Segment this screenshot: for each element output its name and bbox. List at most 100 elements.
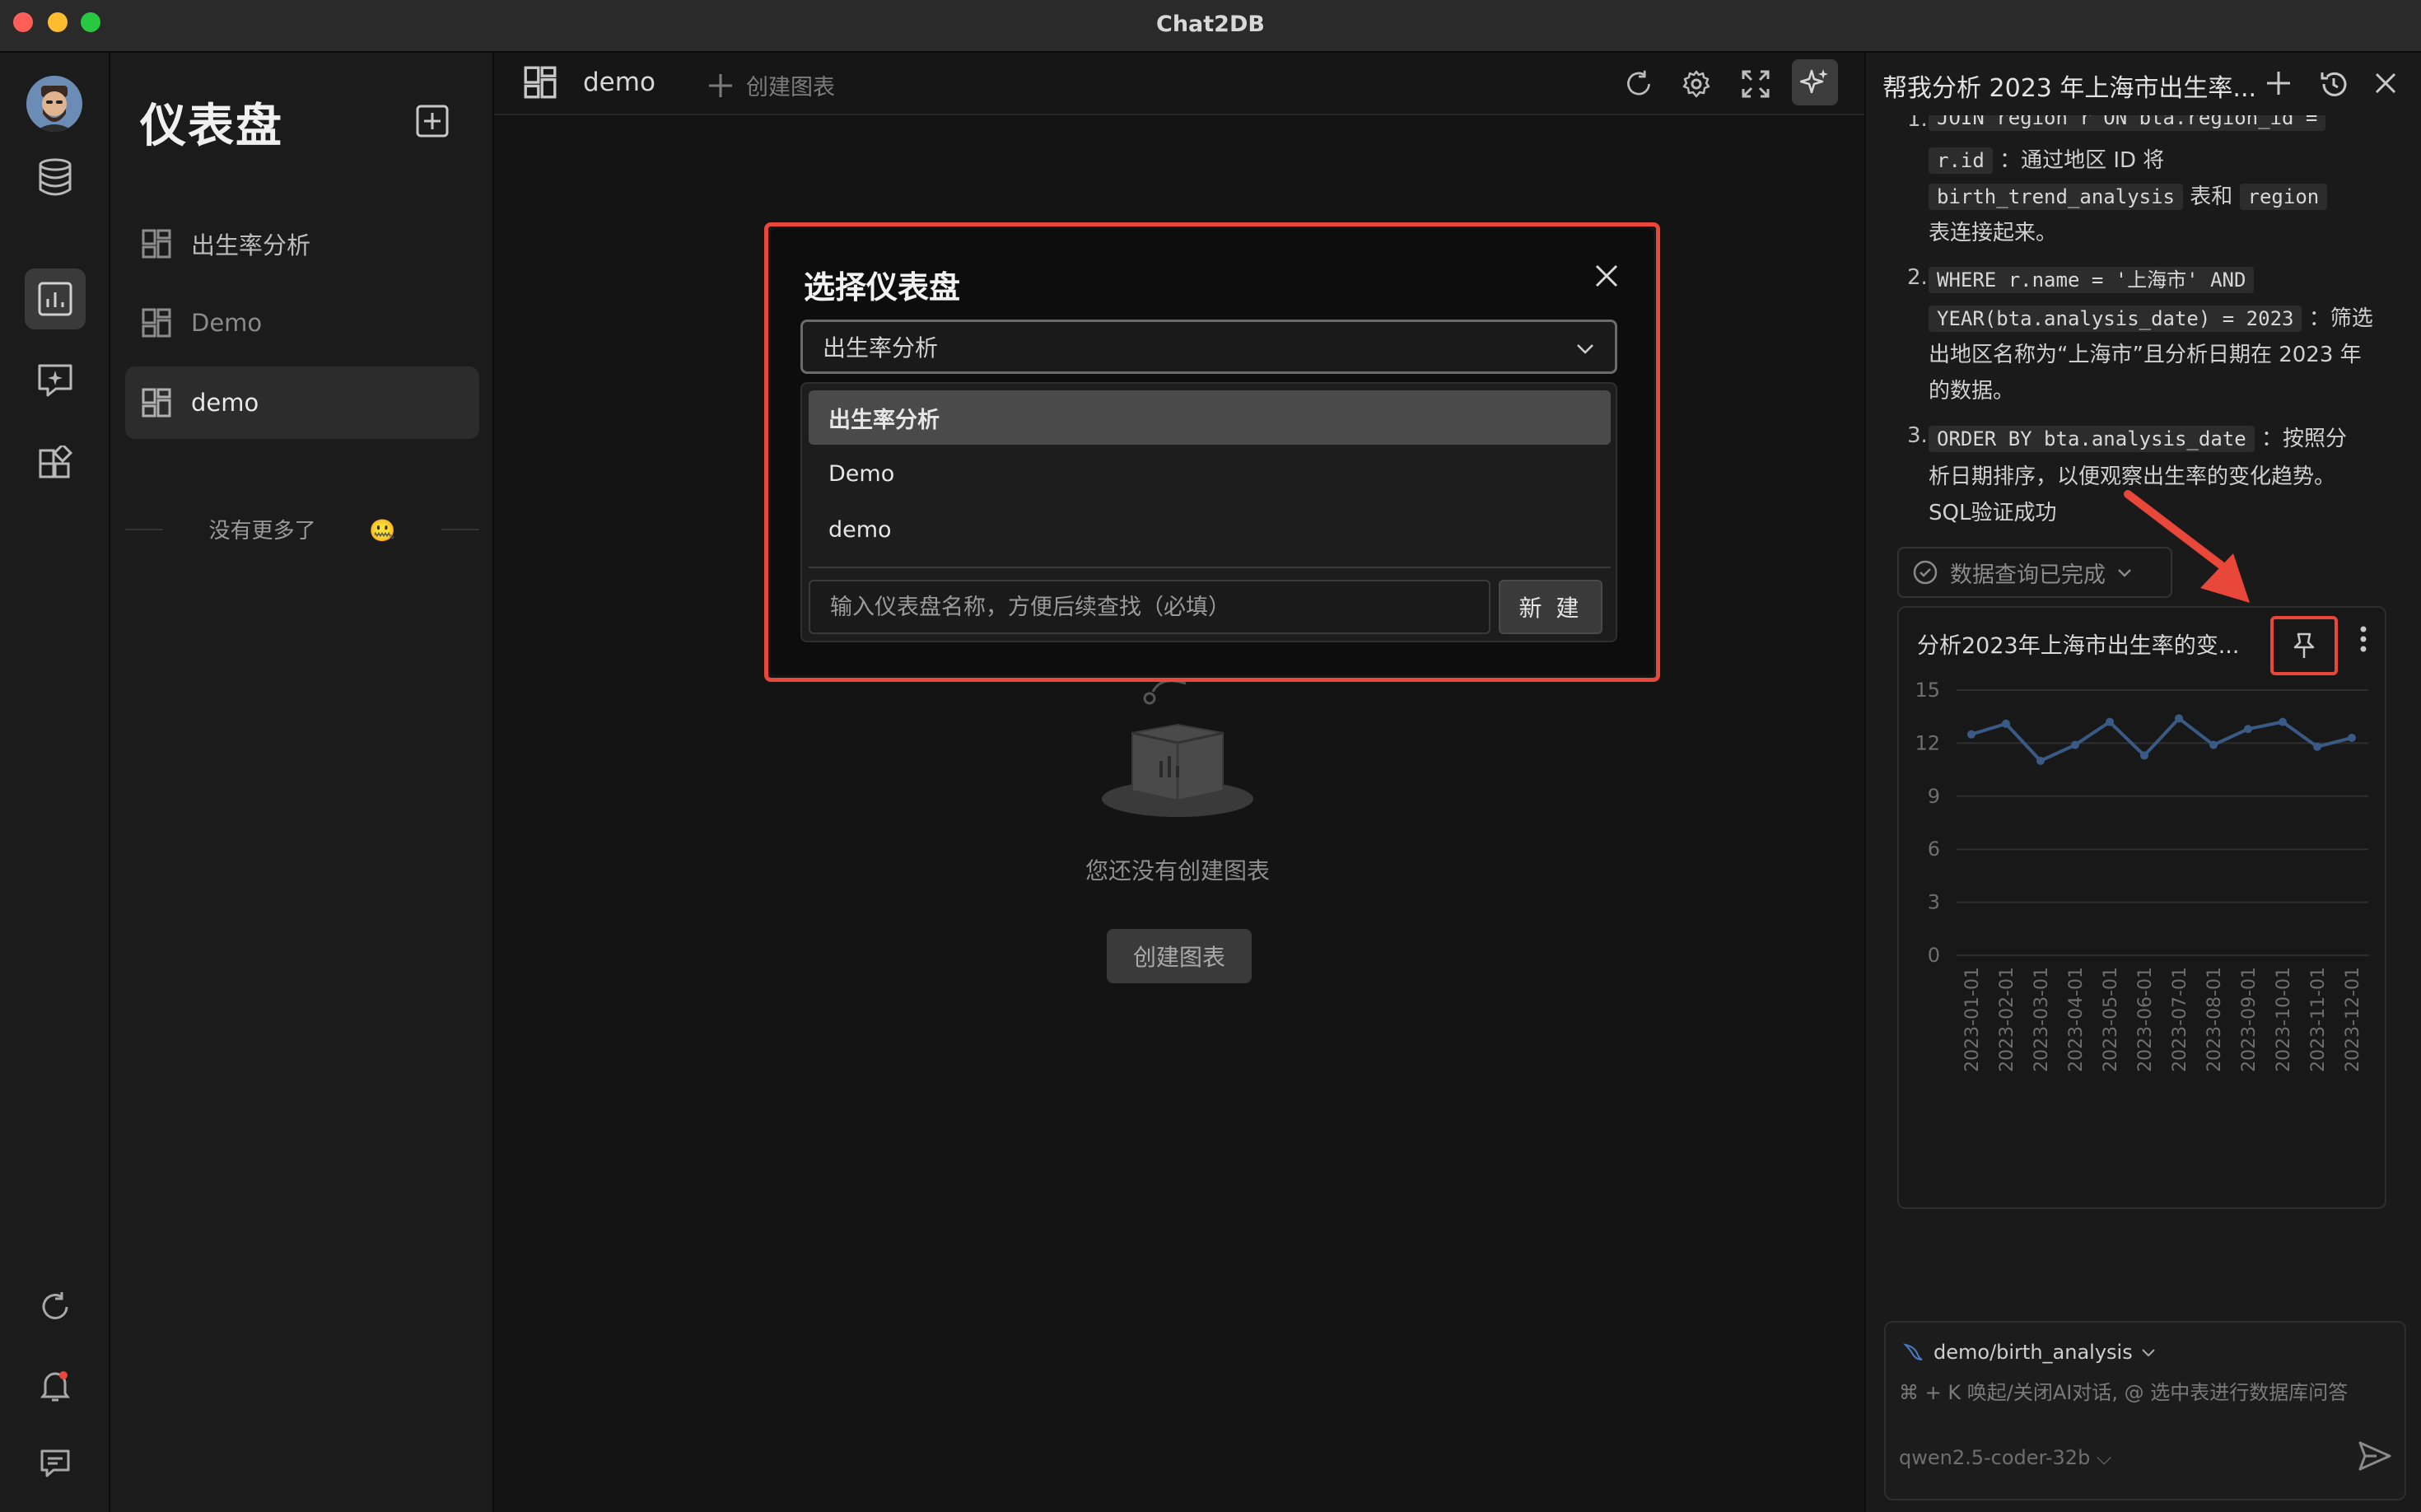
step-1-line-4: 表连接起来。 [1929,216,2057,246]
step-text: SQL验证成功 [1929,501,2057,525]
dashboard-item-label: Demo [191,309,263,337]
dropdown-option-demo[interactable]: demo [809,502,1611,557]
send-button[interactable] [2357,1440,2393,1476]
code-snippet: region [2239,184,2328,210]
step-1-line-2: r.id ：通过地区 ID 将 [1929,143,2164,174]
ai-input-box: demo/birth_analysis qwen2.5-coder-32b ⌵ [1884,1321,2406,1500]
step-1-line-3: birth_trend_analysis 表和 region [1929,180,2328,210]
data-point [2071,740,2079,749]
chevron-down-icon [1577,344,1593,354]
step-2-line-1: WHERE r.name = '上海市' AND [1929,264,2255,293]
pin-icon [2293,632,2315,658]
create-chart-button[interactable]: 创建图表 [1107,929,1252,983]
y-tick-label: 6 [1928,838,1940,861]
dashboard-select[interactable]: 出生率分析 [800,320,1617,374]
new-conversation-button[interactable] [2265,69,2293,100]
history-icon [2321,72,2347,96]
modal-close-button[interactable] [1593,262,1621,293]
dropdown-option-出生率分析[interactable]: 出生率分析 [809,390,1611,445]
step-2-line-2: YEAR(bta.analysis_date) = 2023 ：筛选 [1929,301,2373,332]
window-titlebar: Chat2DB [0,0,2421,53]
step-text: 的数据。 [1929,379,2015,404]
rail-database[interactable] [25,147,86,208]
ai-panel: 帮我分析 2023 年上海市出生率... 1. JOIN region r ON… [1864,53,2421,1512]
dashboard-select-value: 出生率分析 [823,334,939,362]
x-tick-label: 2023-08-01 [2204,967,2225,1072]
dropdown-option-Demo[interactable]: Demo [809,446,1611,501]
y-tick-label: 3 [1928,891,1940,914]
dashboard-item-出生率分析[interactable]: 出生率分析 [125,208,479,280]
step-text: 出地区名称为“上海市”且分析日期在 2023 年 [1929,343,2362,367]
pin-to-dashboard-button[interactable] [2270,616,2338,675]
dashboard-item-Demo[interactable]: Demo [125,287,479,359]
history-button[interactable] [2319,69,2349,102]
dashboard-dropdown: 出生率分析 Demo demo 新 建 [800,382,1617,642]
chevron-down-icon: ⌵ [2096,1446,2112,1469]
red-arrow-annotation [2124,490,2250,603]
rail-notifications[interactable] [25,1356,86,1416]
step-number: 3. [1907,423,1928,448]
dashboard-item-demo[interactable]: demo [125,366,479,439]
line-chart: 0 3 6 9 12 15 2023-01-01 2023-02-01 2023-03-01 20… [1915,682,2368,1072]
step-number: 2. [1907,265,1928,290]
add-chart-button[interactable]: 创建图表 [707,69,835,101]
ai-toggle-button[interactable] [1792,59,1838,105]
add-dashboard-button[interactable] [415,104,450,142]
data-point [2209,740,2218,749]
data-point [2313,742,2321,751]
step-text: ：筛选 [2308,306,2373,331]
x-tick-label: 2023-02-01 [1997,967,2018,1072]
dashboard-grid-icon [524,66,557,99]
empty-state-text: 您还没有创建图表 [1085,857,1270,884]
ai-prompt-input[interactable] [1899,1372,2393,1413]
dashboard-grid-icon [142,308,171,338]
y-tick-label: 0 [1928,944,1940,967]
new-dashboard-button[interactable]: 新 建 [1499,580,1602,634]
step-2-line-3: 出地区名称为“上海市”且分析日期在 2023 年 [1929,338,2362,368]
close-icon [2375,72,2396,94]
model-selector[interactable]: qwen2.5-coder-32b ⌵ [1899,1446,2111,1469]
data-point [2175,714,2183,723]
chart-card: 分析2023年上海市出生率的变... 0 3 6 9 12 15 2023-01-01 202… [1897,606,2386,1209]
rail-feedback[interactable] [25,1433,86,1494]
y-tick-label: 9 [1928,785,1940,808]
data-point [2002,719,2010,728]
close-ai-panel-button[interactable] [2373,71,2398,99]
left-rail [0,53,110,1512]
avatar[interactable] [26,76,82,132]
rail-ai-chat[interactable] [25,349,86,410]
dashboard-grid-icon [142,388,171,418]
rail-dashboard[interactable] [25,268,86,329]
dashboard-tab-label: demo [583,68,655,97]
rail-refresh[interactable] [25,1276,86,1337]
y-tick-label: 12 [1915,731,1940,754]
settings-button[interactable] [1682,69,1711,102]
gear-icon [1682,70,1710,98]
step-2-line-4: 的数据。 [1929,374,2014,404]
dashboard-grid-icon [142,229,171,259]
rail-apps[interactable] [25,433,86,494]
refresh-button[interactable] [1624,69,1654,102]
dashboard-list-title: 仪表盘 [140,100,283,153]
step-text: 表和 [2190,184,2233,209]
x-tick-label: 2023-12-01 [2343,967,2363,1072]
new-dashboard-name-input[interactable] [809,580,1490,634]
dashboard-toolbar: demo 创建图表 [494,53,1864,115]
data-point [2106,717,2114,726]
fullscreen-button[interactable] [1741,69,1770,102]
dashboard-tab[interactable]: demo [524,66,655,99]
dashboard-icon [38,282,72,316]
chart-more-button[interactable] [2357,623,2370,659]
database-selector[interactable]: demo/birth_analysis [1902,1341,2157,1364]
data-point [2244,725,2252,734]
step-3-line-1: ORDER BY bta.analysis_date ：按照分 [1929,422,2347,452]
x-tick-label: 2023-05-01 [2101,967,2121,1072]
x-tick-label: 2023-04-01 [2066,967,2087,1072]
step-text: 表连接起来。 [1929,221,2058,245]
x-tick-label: 2023-06-01 [2135,967,2156,1072]
no-more-divider: 没有更多了 🤐 [125,514,479,544]
close-icon [1595,264,1618,287]
plus-icon [709,73,732,97]
x-tick-label: 2023-10-01 [2274,967,2294,1072]
data-point [2036,756,2045,765]
